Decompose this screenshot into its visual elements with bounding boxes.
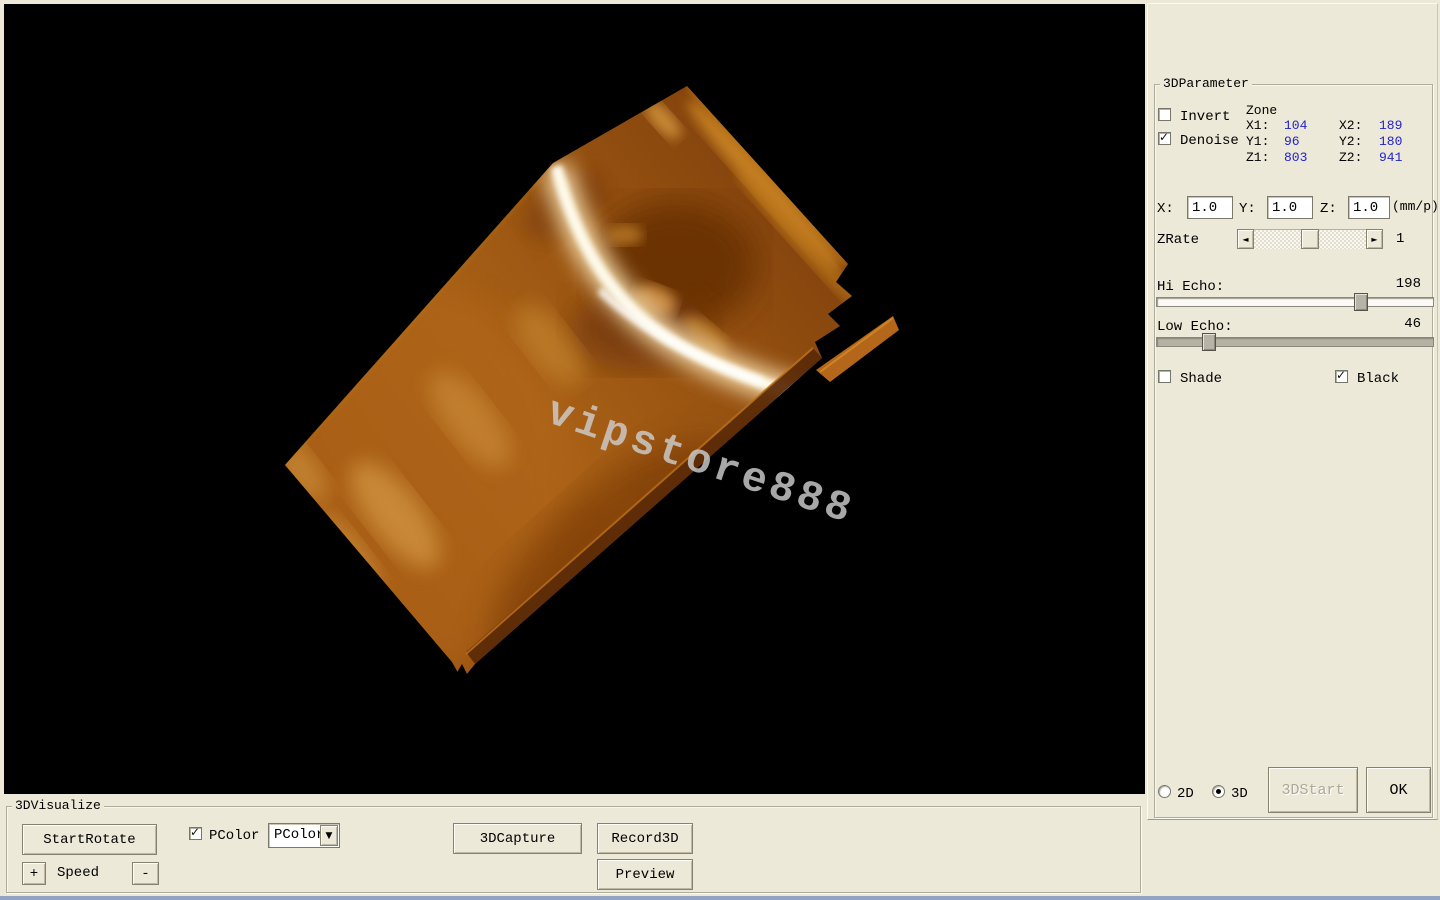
pcolor-checkbox[interactable]: ✓ [189,827,202,840]
mode-3d-label: 3D [1231,786,1248,802]
zone-z2-label: Z2: [1339,150,1362,166]
low-echo-value: 46 [1381,316,1421,332]
scale-unit-label: (mm/p) [1392,199,1439,215]
zone-y2-value: 180 [1379,134,1402,150]
low-echo-slider-track[interactable] [1156,337,1434,347]
dropdown-arrow-icon: ▼ [326,831,333,841]
group-3dparameter-title: 3DParameter [1160,76,1252,91]
zone-y1-value: 96 [1284,134,1300,150]
checkmark-icon: ✓ [1159,130,1169,144]
render-viewport[interactable]: vipstore888 [4,4,1145,794]
zone-z2-value: 941 [1379,150,1402,166]
3dcapture-button[interactable]: 3DCapture [453,823,582,854]
hi-echo-label: Hi Echo: [1157,279,1224,295]
mode-2d-radio[interactable] [1158,785,1171,798]
speed-minus-button[interactable]: - [132,862,159,885]
hi-echo-value: 198 [1381,276,1421,292]
x-scale-input[interactable] [1187,196,1233,219]
z-scale-label: Z: [1320,201,1337,217]
scroll-left-icon: ◄ [1242,235,1248,244]
low-echo-slider-thumb[interactable] [1202,333,1216,351]
zone-y1-label: Y1: [1246,134,1269,150]
y-scale-input[interactable] [1267,196,1313,219]
start-rotate-button[interactable]: StartRotate [22,824,157,855]
shade-label: Shade [1180,371,1222,387]
shade-checkbox[interactable] [1158,370,1171,383]
scroll-right-icon: ► [1371,235,1377,244]
zone-z1-value: 803 [1284,150,1307,166]
zrate-scrollbar-thumb[interactable] [1301,229,1319,249]
pcolor-select-value: PColor [274,827,324,843]
y-scale-label: Y: [1239,201,1256,217]
zone-z1-label: Z1: [1246,150,1269,166]
hi-echo-slider-track[interactable] [1156,297,1434,307]
zone-label: Zone [1246,103,1277,119]
parameter-panel: 3DParameter Invert ✓ Denoise Zone X1: 10… [1147,3,1438,820]
app-window: { "colors": { "panel_bg": "#ece9d8", "zo… [0,0,1440,900]
group-3dvisualize-title: 3DVisualize [12,798,104,813]
preview-button[interactable]: Preview [597,859,693,890]
zone-x1-value: 104 [1284,118,1307,134]
record3d-button[interactable]: Record3D [597,823,693,854]
speed-label: Speed [57,865,99,881]
black-checkbox[interactable]: ✓ [1335,370,1348,383]
speed-plus-button[interactable]: + [22,862,46,885]
group-3dparameter: 3DParameter [1154,84,1433,818]
checkmark-icon: ✓ [1336,368,1346,382]
3dstart-button[interactable]: 3DStart [1268,767,1358,813]
mode-2d-label: 2D [1177,786,1194,802]
pcolor-select-drop-button[interactable]: ▼ [320,825,338,846]
zone-x2-label: X2: [1339,118,1362,134]
group-3dvisualize: 3DVisualize StartRotate + Speed - ✓ PCol… [6,806,1141,893]
x-scale-label: X: [1157,201,1174,217]
mode-3d-radio[interactable] [1212,785,1225,798]
black-label: Black [1357,371,1399,387]
low-echo-label: Low Echo: [1157,319,1233,335]
window-bottom-frame [0,896,1440,900]
radio-dot-icon [1216,789,1221,794]
z-scale-input[interactable] [1348,196,1390,219]
pcolor-checkbox-label: PColor [209,828,259,844]
checkmark-icon: ✓ [190,825,200,839]
invert-checkbox[interactable] [1158,108,1171,121]
zrate-scrollbar[interactable]: ◄ ► [1237,229,1383,249]
zone-x1-label: X1: [1246,118,1269,134]
denoise-checkbox[interactable]: ✓ [1158,132,1171,145]
ok-button[interactable]: OK [1366,767,1431,813]
zone-y2-label: Y2: [1339,134,1362,150]
zrate-value: 1 [1396,231,1404,247]
hi-echo-slider-thumb[interactable] [1354,293,1368,311]
zrate-scroll-right-button[interactable]: ► [1366,229,1383,249]
denoise-label: Denoise [1180,133,1239,149]
zrate-scroll-left-button[interactable]: ◄ [1237,229,1254,249]
zrate-label: ZRate [1157,232,1199,248]
invert-label: Invert [1180,109,1230,125]
zone-x2-value: 189 [1379,118,1402,134]
pcolor-select[interactable]: PColor ▼ [268,823,340,848]
